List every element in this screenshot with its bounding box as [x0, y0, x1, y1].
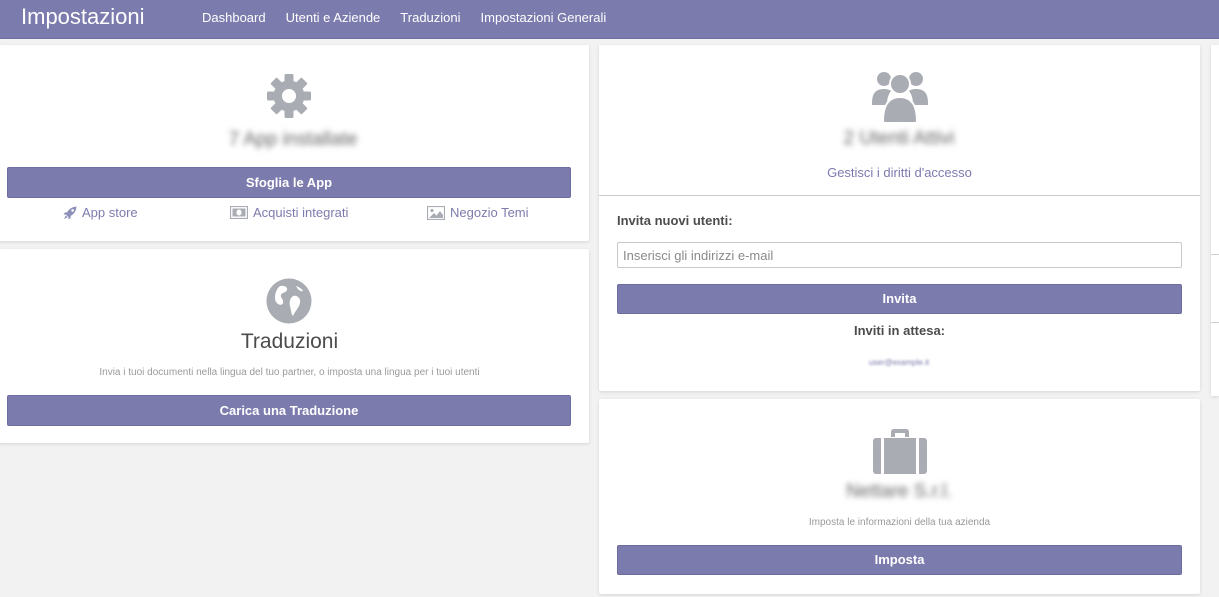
nav-general-settings[interactable]: Impostazioni Generali	[471, 10, 617, 25]
gear-icon	[267, 74, 311, 118]
rocket-icon	[63, 206, 77, 219]
theme-store-label: Negozio Temi	[450, 205, 529, 220]
app-store-label: App store	[82, 205, 138, 220]
nav-dashboard[interactable]: Dashboard	[192, 10, 276, 25]
theme-store-link[interactable]: Negozio Temi	[427, 205, 529, 220]
money-icon	[230, 206, 248, 219]
users-card: 2 Utenti Attivi Gestisci i diritti d'acc…	[599, 45, 1200, 391]
top-navbar: Impostazioni Dashboard Utenti e Aziende …	[0, 0, 1219, 39]
main-menu: Dashboard Utenti e Aziende Traduzioni Im…	[192, 0, 616, 34]
app-title[interactable]: Impostazioni	[21, 4, 145, 30]
pending-invites-label: Inviti in attesa:	[853, 323, 946, 338]
users-icon	[872, 72, 928, 123]
set-company-button[interactable]: Imposta	[617, 545, 1182, 575]
users-card-divider	[599, 195, 1200, 196]
email-invite-input[interactable]	[617, 242, 1182, 268]
in-app-purchases-label: Acquisti integrati	[253, 205, 349, 220]
invite-label: Invita nuovi utenti:	[617, 213, 733, 228]
in-app-purchases-link[interactable]: Acquisti integrati	[230, 205, 348, 220]
browse-apps-button[interactable]: Sfoglia le App	[7, 167, 571, 198]
briefcase-icon	[873, 429, 927, 474]
active-users-count: 2 Utenti Attivi	[843, 128, 955, 149]
globe-icon	[266, 278, 312, 324]
picture-icon	[427, 205, 445, 220]
nav-translations[interactable]: Traduzioni	[390, 10, 470, 25]
app-store-link[interactable]: App store	[63, 205, 138, 220]
manage-access-rights-link[interactable]: Gestisci i diritti d'accesso	[599, 165, 1200, 180]
translations-description: Invia i tuoi documenti nella lingua del …	[99, 367, 480, 378]
pending-invite-email[interactable]: user@example.it	[849, 358, 949, 367]
installed-apps-count: 7 App installate	[228, 129, 358, 150]
company-name: Nettare S.r.l.	[846, 481, 952, 502]
company-description: Imposta le informazioni della tua aziend…	[808, 517, 991, 528]
right-column-card-edge	[1211, 45, 1219, 396]
upload-translation-button[interactable]: Carica una Traduzione	[7, 395, 571, 426]
translations-card: Traduzioni Invia i tuoi documenti nella …	[0, 249, 589, 443]
company-card: Nettare S.r.l. Imposta le informazioni d…	[599, 399, 1200, 594]
translations-title: Traduzioni	[240, 330, 339, 353]
nav-users-companies[interactable]: Utenti e Aziende	[276, 10, 391, 25]
apps-card: 7 App installate Sfoglia le App App stor…	[0, 45, 589, 241]
invite-button[interactable]: Invita	[617, 284, 1182, 314]
